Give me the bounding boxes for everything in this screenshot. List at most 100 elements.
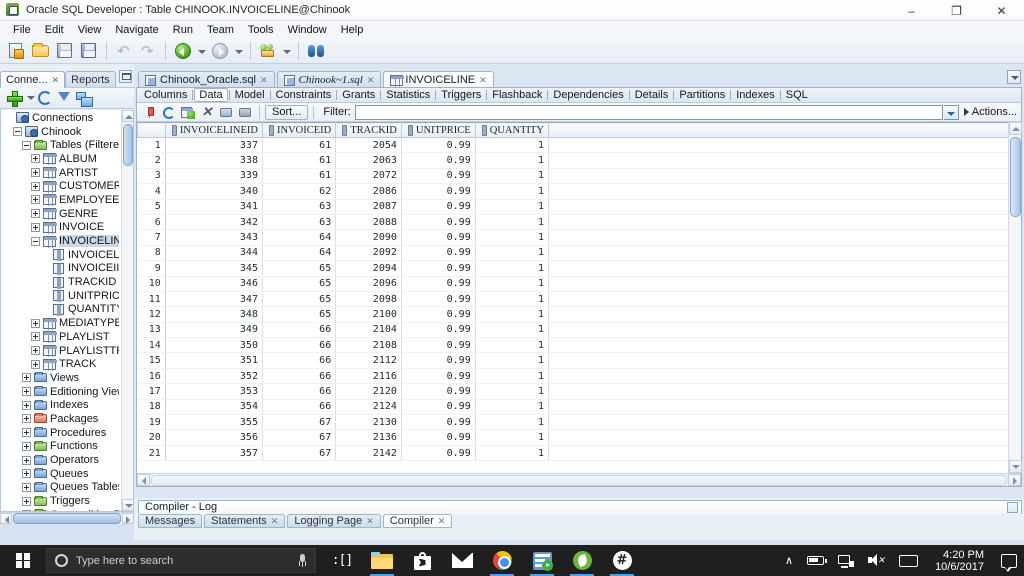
- row-number[interactable]: 1: [137, 137, 166, 154]
- cell-trackid[interactable]: 2130: [335, 414, 402, 431]
- freeze-pin-button[interactable]: [141, 104, 159, 121]
- minimize-button[interactable]: –: [889, 0, 934, 21]
- expand-icon[interactable]: [31, 222, 40, 232]
- cell-unitprice[interactable]: 0.99: [401, 291, 476, 308]
- cell-invoicelineid[interactable]: 337: [165, 137, 263, 154]
- table-row[interactable]: 15 351 66 2112 0.99 1: [137, 352, 1021, 369]
- filter-connections-button[interactable]: [55, 89, 73, 114]
- tree-item-chinook[interactable]: Chinook: [1, 125, 121, 139]
- scroll-right-icon[interactable]: [1008, 474, 1021, 486]
- cell-quantity[interactable]: 1: [475, 352, 549, 369]
- log-minimize-button[interactable]: [1007, 502, 1018, 513]
- deploy-dropdown-arrow-icon[interactable]: [281, 40, 292, 62]
- expand-icon[interactable]: [22, 400, 31, 410]
- row-number[interactable]: 4: [137, 183, 166, 200]
- refresh-data-button[interactable]: [160, 104, 178, 121]
- scroll-right-icon[interactable]: [122, 513, 134, 524]
- close-icon[interactable]: ✕: [260, 75, 268, 86]
- cell-invoicelineid[interactable]: 355: [165, 414, 263, 431]
- cell-invoiceid[interactable]: 61: [262, 137, 337, 154]
- table-row[interactable]: 19 355 67 2130 0.99 1: [137, 414, 1021, 431]
- tree-item-trackid[interactable]: TRACKID: [1, 275, 121, 289]
- table-row[interactable]: 14 350 66 2108 0.99 1: [137, 337, 1021, 354]
- expand-icon[interactable]: [22, 387, 31, 397]
- subtab-flashback[interactable]: Flashback: [488, 89, 546, 102]
- cell-quantity[interactable]: 1: [475, 183, 549, 200]
- cell-invoiceid[interactable]: 67: [262, 429, 337, 446]
- grid-horizontal-scrollbar[interactable]: [137, 473, 1021, 486]
- column-header-invoicelineid[interactable]: INVOICELINEID: [164, 122, 263, 138]
- cell-unitprice[interactable]: 0.99: [401, 383, 476, 400]
- deploy-button[interactable]: [257, 40, 279, 62]
- filter-input[interactable]: [355, 105, 942, 119]
- scroll-left-icon[interactable]: [0, 513, 12, 524]
- tree-item-track[interactable]: TRACK: [1, 357, 121, 371]
- cell-trackid[interactable]: 2108: [335, 337, 402, 354]
- row-number[interactable]: 7: [137, 229, 166, 246]
- battery-button[interactable]: [800, 545, 831, 576]
- tree-item-playlisttrac[interactable]: PLAYLISTTRAC: [1, 344, 121, 358]
- cell-trackid[interactable]: 2072: [335, 168, 402, 185]
- new-connection-button[interactable]: [5, 89, 23, 107]
- tree-item-packages[interactable]: Packages: [1, 412, 121, 426]
- cell-invoicelineid[interactable]: 344: [165, 245, 263, 262]
- tree-item-views[interactable]: Views: [1, 371, 121, 385]
- sql-developer-button[interactable]: [522, 545, 562, 576]
- tree-item-invoiceii[interactable]: INVOICEII: [1, 262, 121, 276]
- cell-trackid[interactable]: 2090: [335, 229, 402, 246]
- tree-vertical-scrollbar[interactable]: [121, 110, 133, 511]
- tree-item-invoiceline[interactable]: INVOICELINE: [1, 234, 121, 248]
- cell-trackid[interactable]: 2112: [335, 352, 402, 369]
- task-view-button[interactable]: :[]: [322, 545, 362, 576]
- column-header-quantity[interactable]: QUANTITY: [474, 122, 549, 138]
- close-icon[interactable]: ✕: [366, 516, 374, 527]
- cell-quantity[interactable]: 1: [475, 214, 549, 231]
- tree-item-operators[interactable]: Operators: [1, 453, 121, 467]
- menu-help[interactable]: Help: [334, 23, 371, 37]
- row-number[interactable]: 20: [137, 429, 166, 446]
- expand-icon[interactable]: [22, 482, 31, 492]
- menu-file[interactable]: File: [6, 23, 38, 37]
- close-icon[interactable]: ✕: [367, 75, 375, 86]
- cell-quantity[interactable]: 1: [475, 245, 549, 262]
- subtab-dependencies[interactable]: Dependencies: [549, 89, 627, 102]
- insert-row-button[interactable]: [179, 104, 197, 121]
- network-button[interactable]: [831, 545, 861, 576]
- chrome-button[interactable]: [482, 545, 522, 576]
- tree-horizontal-scrollbar[interactable]: [0, 512, 134, 524]
- expand-icon[interactable]: [31, 346, 40, 356]
- close-icon[interactable]: ✕: [271, 516, 279, 527]
- cell-invoiceid[interactable]: 64: [262, 229, 337, 246]
- subtab-data[interactable]: Data: [194, 88, 228, 102]
- subtab-model[interactable]: Model: [231, 89, 269, 102]
- tree-item-customer[interactable]: CUSTOMER: [1, 179, 121, 193]
- subtab-triggers[interactable]: Triggers: [437, 89, 485, 102]
- subtab-constraints[interactable]: Constraints: [272, 89, 336, 102]
- row-number[interactable]: 12: [137, 306, 166, 323]
- row-number[interactable]: 15: [137, 352, 166, 369]
- cell-invoicelineid[interactable]: 341: [165, 199, 263, 215]
- cell-quantity[interactable]: 1: [475, 229, 549, 246]
- cell-invoicelineid[interactable]: 347: [165, 291, 263, 308]
- cell-unitprice[interactable]: 0.99: [401, 260, 476, 277]
- scrollbar-thumb[interactable]: [123, 124, 133, 166]
- cell-quantity[interactable]: 1: [475, 414, 549, 431]
- table-row[interactable]: 11 347 65 2098 0.99 1: [137, 291, 1021, 308]
- cell-quantity[interactable]: 1: [475, 137, 549, 154]
- scrollbar-thumb[interactable]: [151, 474, 1007, 486]
- cell-invoicelineid[interactable]: 352: [165, 368, 263, 385]
- tree-item-connections[interactable]: Connections: [1, 111, 121, 125]
- cell-trackid[interactable]: 2054: [335, 137, 402, 154]
- commit-button[interactable]: [217, 104, 235, 121]
- close-button[interactable]: ✕: [979, 0, 1024, 21]
- tree-item-unitpric[interactable]: UNITPRIC: [1, 289, 121, 303]
- cell-quantity[interactable]: 1: [475, 337, 549, 354]
- find-button[interactable]: [305, 40, 327, 62]
- results-table[interactable]: INVOICELINEID INVOICEID TRACKID UNITPRICE QU…: [137, 122, 1021, 462]
- notifications-button[interactable]: [994, 545, 1024, 576]
- cell-invoiceid[interactable]: 66: [262, 383, 337, 400]
- column-header-unitprice[interactable]: UNITPRICE: [400, 122, 476, 138]
- cell-invoiceid[interactable]: 61: [262, 168, 337, 185]
- expand-icon[interactable]: [22, 496, 31, 506]
- log-tab-compiler[interactable]: Compiler ✕: [382, 514, 453, 528]
